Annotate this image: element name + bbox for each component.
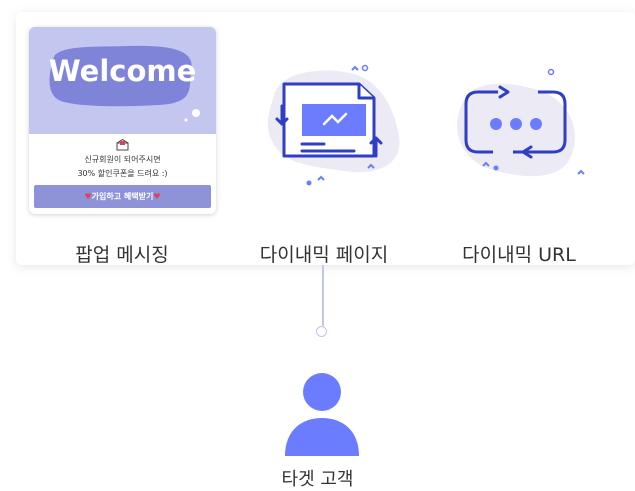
popup-preview-card: Welcome 신규회원이 되어주시면 30% 할인쿠폰을 드려요 :) ♥가입… bbox=[29, 27, 216, 214]
target-customer-label: 타겟 고객 bbox=[281, 469, 354, 490]
welcome-text: Welcome bbox=[48, 54, 197, 88]
popup-message-line2: 30% 할인쿠폰을 드려요 :) bbox=[77, 169, 168, 178]
feature-label-dynamic-url: 다이내믹 URL bbox=[462, 244, 576, 266]
dynamic-url-icon bbox=[457, 68, 585, 177]
mail-icon bbox=[116, 139, 129, 151]
gift-icon: ♥ bbox=[84, 192, 92, 201]
user-icon bbox=[285, 373, 359, 456]
popup-banner: Welcome bbox=[29, 27, 216, 134]
dynamic-page-icon bbox=[267, 64, 400, 186]
connector-node bbox=[316, 326, 327, 337]
gift-icon: ♥ bbox=[153, 192, 161, 201]
feature-label-popup: 팝업 메시징 bbox=[75, 244, 169, 266]
signup-benefit-button[interactable]: ♥가입하고 혜택받기♥ bbox=[34, 185, 211, 208]
connector-line bbox=[322, 265, 324, 326]
signup-button-label: 가입하고 혜택받기 bbox=[91, 192, 154, 201]
feature-panel: Welcome 신규회원이 되어주시면 30% 할인쿠폰을 드려요 :) ♥가입… bbox=[16, 12, 635, 266]
popup-message-line1: 신규회원이 되어주시면 bbox=[84, 155, 161, 164]
feature-label-dynamic-page: 다이내믹 페이지 bbox=[259, 244, 389, 266]
